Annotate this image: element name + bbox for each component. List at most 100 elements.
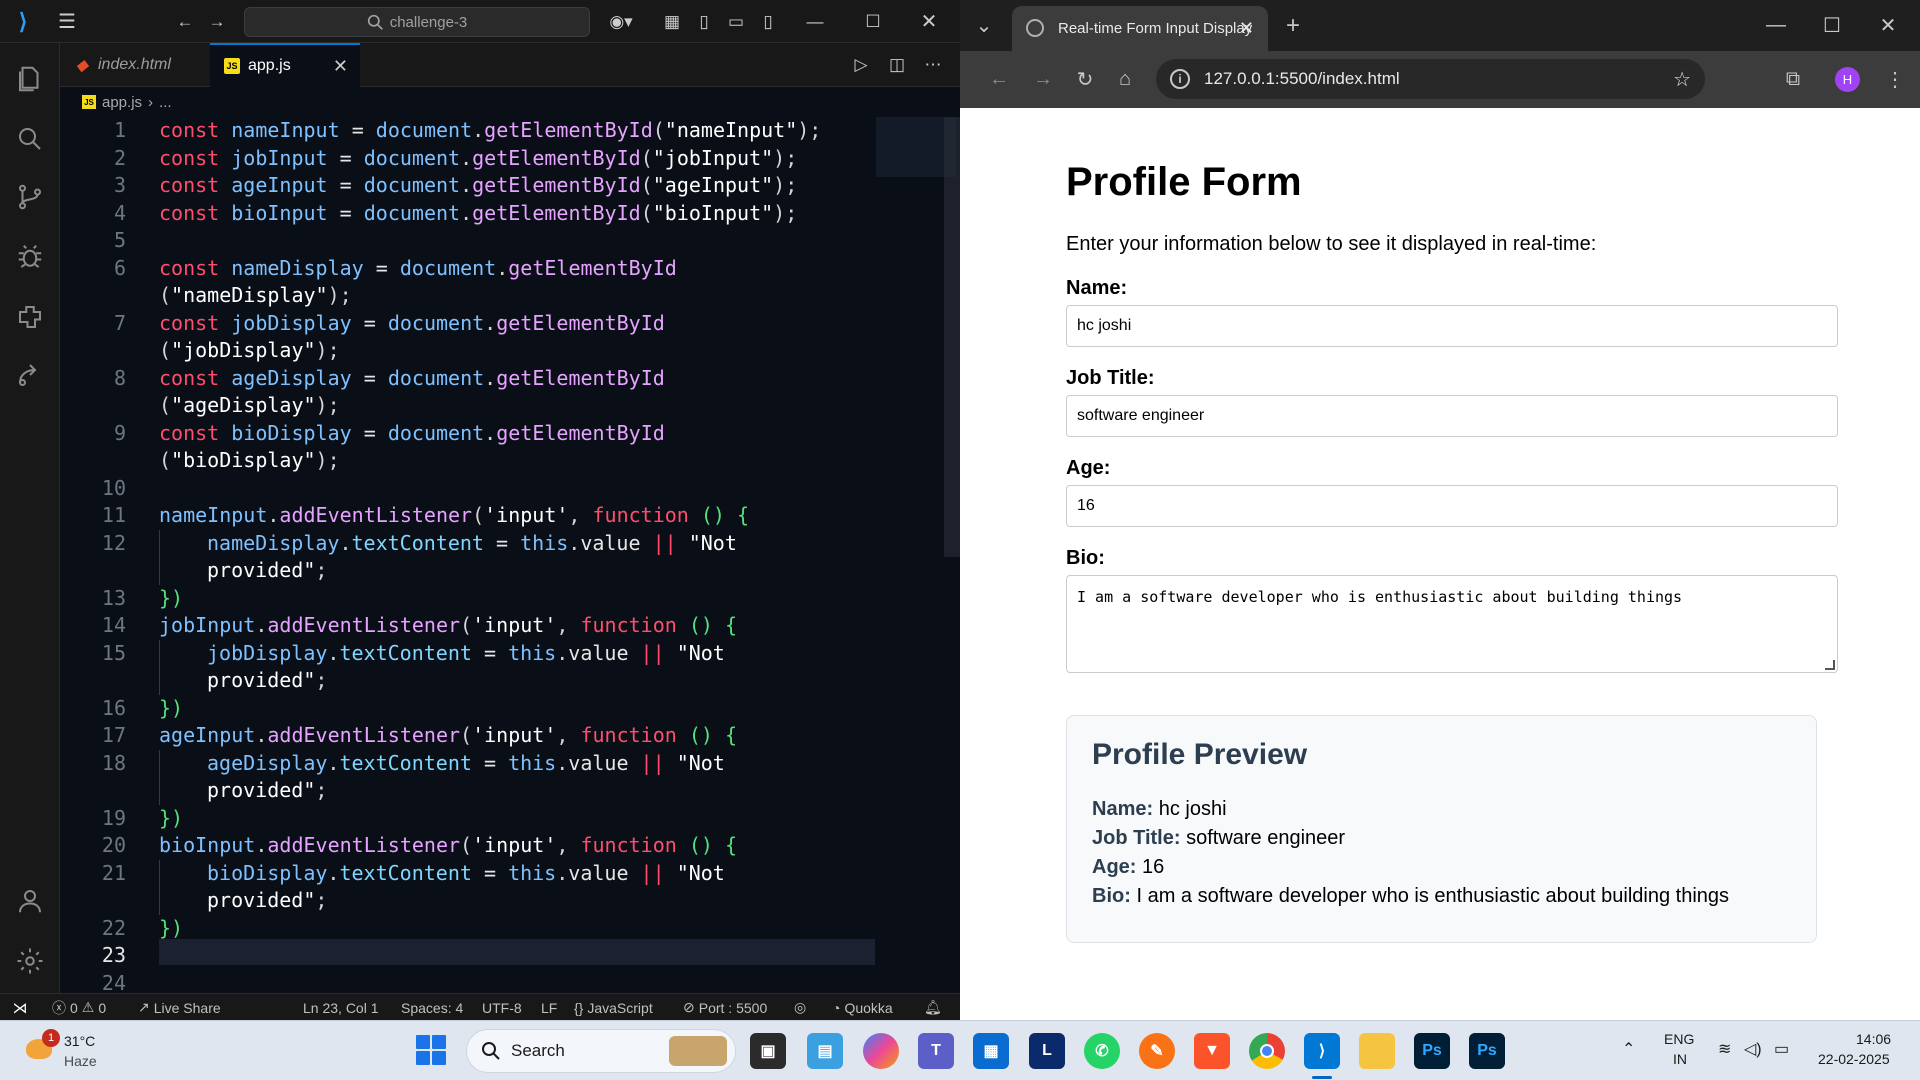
- browser-tab[interactable]: Real-time Form Input Display ✕: [1012, 6, 1268, 51]
- brave-icon[interactable]: ▼: [1194, 1033, 1230, 1069]
- forward-arrow-icon[interactable]: →: [204, 0, 230, 43]
- toggle-secondary-sidebar-icon[interactable]: ▯: [756, 0, 780, 43]
- job-input[interactable]: software engineer: [1066, 395, 1838, 437]
- html5-icon: ◆: [76, 57, 88, 74]
- close-tab-icon[interactable]: ✕: [1239, 18, 1254, 39]
- toggle-panel-icon[interactable]: ▭: [724, 0, 748, 43]
- toggle-sidebar-icon[interactable]: ▯: [692, 0, 716, 43]
- home-icon[interactable]: ⌂: [1110, 51, 1140, 108]
- split-editor-icon[interactable]: ◫: [884, 43, 910, 87]
- breadcrumb-file[interactable]: app.js: [102, 94, 142, 111]
- source-control-icon[interactable]: [0, 169, 60, 225]
- encoding[interactable]: UTF-8: [482, 994, 522, 1021]
- folder-icon[interactable]: [1359, 1033, 1395, 1069]
- language-top[interactable]: ENG: [1664, 1031, 1694, 1047]
- quokka-button[interactable]: ◔ Quokka: [832, 994, 893, 1021]
- search-icon[interactable]: [0, 111, 60, 167]
- line-ending[interactable]: LF: [541, 994, 557, 1021]
- store-icon[interactable]: ▦: [973, 1033, 1009, 1069]
- pen-app-icon[interactable]: ✎: [1139, 1033, 1175, 1069]
- editor-scrollbar[interactable]: [944, 117, 960, 557]
- photoshop-icon[interactable]: Ps: [1414, 1033, 1450, 1069]
- close-tab-icon[interactable]: ✕: [333, 56, 348, 77]
- reload-icon[interactable]: ↻: [1070, 51, 1100, 108]
- minimize-icon[interactable]: —: [1760, 0, 1792, 51]
- tab-app-js[interactable]: JS app.js ✕: [210, 43, 360, 87]
- start-button[interactable]: [416, 1035, 446, 1065]
- notifications-icon[interactable]: 🔔︎: [924, 994, 942, 1021]
- copilot-icon[interactable]: [863, 1033, 899, 1069]
- remote-explorer-icon[interactable]: [0, 347, 60, 403]
- preview-name-row: Name: hc joshi: [1092, 798, 1227, 820]
- maximize-icon[interactable]: ☐: [858, 0, 888, 43]
- layout-icon[interactable]: ▦: [660, 0, 684, 43]
- weather-condition: Haze: [64, 1053, 97, 1069]
- resize-grip-icon[interactable]: [1825, 660, 1835, 670]
- copilot-icon[interactable]: ◉▾: [604, 0, 638, 43]
- task-view-icon[interactable]: ▣: [750, 1033, 786, 1069]
- code-line-wrap: ("jobDisplay");: [159, 338, 340, 362]
- minimize-icon[interactable]: —: [800, 0, 830, 43]
- browser-menu-icon[interactable]: ⋮: [1880, 51, 1910, 108]
- photos-icon[interactable]: ▤: [807, 1033, 843, 1069]
- vscode-window: ⟩ ☰ ← → challenge-3 ◉▾ ▦ ▯ ▭ ▯ — ☐ ✕ ◆ i…: [0, 0, 960, 1021]
- cursor-position[interactable]: Ln 23, Col 1: [303, 994, 379, 1021]
- close-icon[interactable]: ✕: [914, 0, 944, 43]
- code-line: 5: [113, 228, 126, 252]
- live-share-button[interactable]: ↗ Live Share: [138, 994, 221, 1021]
- browser-window: ⌄ Real-time Form Input Display ✕ + — ☐ ✕…: [960, 0, 1920, 1020]
- run-icon[interactable]: ▷: [848, 43, 874, 87]
- menu-icon[interactable]: ☰: [52, 0, 82, 43]
- bio-text: I am a software developer who is enthusi…: [1077, 588, 1683, 606]
- bio-textarea[interactable]: I am a software developer who is enthusi…: [1066, 575, 1838, 673]
- browser-tab-title: Real-time Form Input Display: [1058, 20, 1253, 37]
- whatsapp-icon[interactable]: ✆: [1084, 1033, 1120, 1069]
- command-center-search[interactable]: challenge-3: [244, 7, 590, 37]
- weather-widget[interactable]: 1 31°C Haze: [18, 1029, 128, 1073]
- back-arrow-icon[interactable]: ←: [172, 0, 198, 43]
- indentation[interactable]: Spaces: 4: [401, 994, 463, 1021]
- remote-indicator-icon[interactable]: ⋊: [0, 994, 40, 1021]
- editor-tab-bar: ◆ index.html JS app.js ✕ ▷ ◫ ⋯: [60, 43, 960, 87]
- new-tab-icon[interactable]: +: [1276, 0, 1310, 51]
- address-bar[interactable]: i 127.0.0.1:5500/index.html ☆: [1156, 59, 1705, 99]
- tab-search-icon[interactable]: ⌄: [968, 0, 1000, 51]
- more-actions-icon[interactable]: ⋯: [920, 43, 946, 87]
- clock-time[interactable]: 14:06: [1856, 1031, 1891, 1047]
- chrome-icon[interactable]: [1249, 1033, 1285, 1069]
- profile-avatar[interactable]: H: [1835, 67, 1860, 92]
- live-server-port[interactable]: ⊘ Port : 5500: [683, 994, 767, 1021]
- volume-icon[interactable]: ◁): [1744, 1039, 1762, 1059]
- tab-index-html[interactable]: ◆ index.html: [60, 43, 200, 87]
- l-app-icon[interactable]: L: [1029, 1033, 1065, 1069]
- photoshop-icon[interactable]: Ps: [1469, 1033, 1505, 1069]
- age-input[interactable]: 16: [1066, 485, 1838, 527]
- back-arrow-icon[interactable]: ←: [984, 51, 1014, 108]
- close-icon[interactable]: ✕: [1872, 0, 1904, 51]
- code-line: 13}): [101, 585, 184, 610]
- language-mode[interactable]: {} JavaScript: [574, 994, 653, 1021]
- show-hidden-icons-icon[interactable]: ⌃: [1622, 1039, 1635, 1059]
- run-debug-icon[interactable]: [0, 229, 60, 285]
- vscode-icon[interactable]: ⟩: [1304, 1033, 1340, 1079]
- teams-icon[interactable]: T: [918, 1033, 954, 1069]
- explorer-icon[interactable]: [0, 51, 60, 107]
- language-bottom[interactable]: IN: [1673, 1051, 1687, 1067]
- code-editor[interactable]: 1 const nameInput = document.getElementBy…: [60, 117, 960, 993]
- eye-off-icon[interactable]: ◎: [794, 994, 806, 1021]
- battery-icon[interactable]: ▭: [1774, 1039, 1789, 1059]
- clock-date[interactable]: 22-02-2025: [1818, 1051, 1890, 1067]
- breadcrumb-more[interactable]: ...: [159, 94, 172, 111]
- extensions-icon[interactable]: [0, 289, 60, 345]
- problems-indicator[interactable]: ⓧ 0 ⚠ 0: [52, 994, 106, 1021]
- taskbar-search[interactable]: Search: [466, 1029, 736, 1073]
- gear-icon[interactable]: [0, 933, 60, 989]
- bookmark-star-icon[interactable]: ☆: [1673, 67, 1691, 92]
- account-icon[interactable]: [0, 873, 60, 929]
- wifi-icon[interactable]: ≋: [1718, 1039, 1731, 1059]
- site-info-icon[interactable]: i: [1170, 69, 1190, 89]
- extensions-icon[interactable]: ⧉: [1778, 51, 1808, 108]
- maximize-icon[interactable]: ☐: [1816, 0, 1848, 51]
- name-input[interactable]: hc joshi: [1066, 305, 1838, 347]
- forward-arrow-icon[interactable]: →: [1028, 51, 1058, 108]
